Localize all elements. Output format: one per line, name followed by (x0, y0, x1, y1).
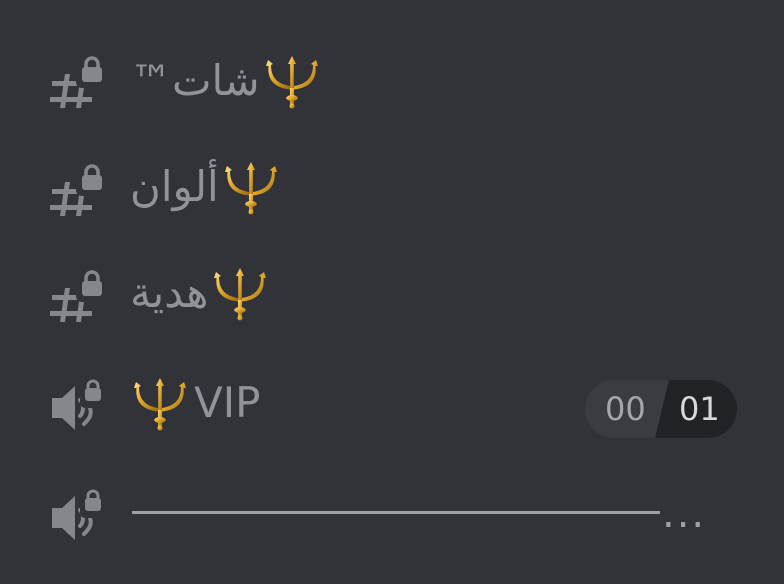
channel-item-chat[interactable]: شات™ (0, 36, 784, 136)
channel-name: هدية (130, 262, 270, 322)
channel-item-gift[interactable]: هدية (0, 252, 784, 352)
trident-icon (221, 156, 281, 216)
channel-name-text: VIP (194, 377, 261, 427)
channel-item-colors[interactable]: ألوان (0, 144, 784, 244)
hash-lock-icon (48, 266, 110, 328)
user-limit: 01 (679, 390, 720, 428)
speaker-lock-icon (48, 376, 110, 438)
channel-name: شات™ (130, 50, 322, 110)
trident-icon (210, 262, 270, 322)
trident-icon (130, 372, 190, 432)
channel-name: VIP (130, 372, 260, 432)
channel-name-text: شات™ (130, 55, 260, 105)
channel-name-truncated: ... (130, 491, 710, 537)
channel-name: ألوان (130, 156, 281, 216)
channel-name-text: هدية (130, 267, 209, 317)
speaker-lock-icon (48, 486, 110, 548)
user-limit-badge: 00 01 (585, 380, 737, 438)
trident-icon (262, 50, 322, 110)
channel-name-text: ألوان (130, 161, 219, 211)
hash-lock-icon (48, 160, 110, 222)
hash-lock-icon (48, 52, 110, 114)
divider-line (132, 511, 660, 514)
truncation-ellipsis: ... (662, 491, 707, 537)
user-count: 00 (605, 390, 646, 428)
